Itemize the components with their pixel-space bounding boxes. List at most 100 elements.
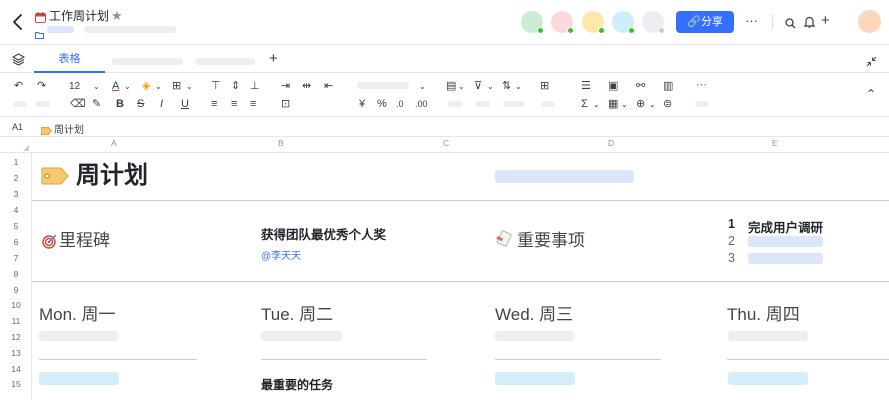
row-header[interactable]: 12 <box>0 332 32 342</box>
cell-placeholder[interactable] <box>39 372 119 385</box>
chevron-down-icon[interactable]: ⌄ <box>124 80 131 94</box>
toolbar-placeholder[interactable] <box>13 101 27 107</box>
user-avatar[interactable] <box>858 10 881 33</box>
row-header[interactable]: 15 <box>0 379 32 389</box>
increase-decimal-icon[interactable]: .00 <box>415 97 428 111</box>
column-header-b[interactable]: B <box>278 138 284 148</box>
chevron-down-icon[interactable]: ⌄ <box>649 98 656 112</box>
select-all-corner[interactable] <box>23 145 29 151</box>
align-top-icon[interactable]: ⊤ <box>211 79 221 93</box>
currency-icon[interactable]: ¥ <box>359 97 365 111</box>
font-color-icon[interactable]: A <box>112 79 119 93</box>
bold-icon[interactable]: B <box>116 97 124 111</box>
row-header[interactable]: 10 <box>0 300 32 310</box>
top-task-label[interactable]: 最重要的任务 <box>261 376 333 393</box>
collaborator-avatar[interactable] <box>612 11 635 34</box>
add-sheet-icon[interactable]: + <box>269 50 278 67</box>
chevron-down-icon[interactable]: ⌄ <box>593 98 600 112</box>
cell-placeholder[interactable] <box>728 372 808 385</box>
day-header-tuesday[interactable]: Tue. 周二 <box>261 300 333 325</box>
row-header[interactable]: 11 <box>0 316 32 326</box>
cell-placeholder[interactable] <box>495 331 575 341</box>
expand-icon[interactable] <box>866 54 877 67</box>
decrease-decimal-icon[interactable]: .0 <box>396 97 404 111</box>
notification-bell-icon[interactable] <box>803 15 816 28</box>
chevron-down-icon[interactable]: ⌄ <box>186 80 193 94</box>
image-icon[interactable]: ▣ <box>608 79 618 93</box>
row-header[interactable]: 8 <box>0 269 32 279</box>
toolbar-placeholder[interactable] <box>36 101 50 107</box>
row-header[interactable]: 9 <box>0 285 32 295</box>
redo-icon[interactable]: ↷ <box>37 79 46 93</box>
fill-color-icon[interactable]: ◈ <box>142 79 150 93</box>
row-header[interactable]: 1 <box>0 157 32 167</box>
undo-icon[interactable]: ↶ <box>14 79 23 93</box>
day-header-wednesday[interactable]: Wed. 周三 <box>495 300 573 325</box>
tab-active[interactable]: 表格 <box>34 45 105 73</box>
cell-placeholder[interactable] <box>261 331 342 341</box>
search-icon[interactable] <box>785 16 796 29</box>
collaborator-avatar[interactable] <box>642 11 665 34</box>
toolbar-placeholder[interactable] <box>476 101 490 107</box>
strikethrough-icon[interactable]: S <box>137 97 144 111</box>
underline-icon[interactable]: U <box>181 97 189 111</box>
wrap-icon[interactable]: ⇹ <box>302 79 311 93</box>
align-left-icon[interactable]: ≡ <box>211 97 217 111</box>
sort-icon[interactable]: ⇅ <box>502 79 511 93</box>
table-icon[interactable]: ▤ <box>446 79 456 93</box>
find-replace-icon[interactable]: ⊜ <box>663 97 672 111</box>
align-middle-icon[interactable]: ⇕ <box>231 79 240 93</box>
cell-placeholder[interactable] <box>39 331 119 341</box>
row-header[interactable]: 2 <box>0 173 32 183</box>
merge-cells-icon[interactable]: ⊡ <box>281 97 290 111</box>
clip-icon[interactable]: ⇤ <box>324 79 333 93</box>
filter-icon[interactable]: ⊽ <box>474 79 482 93</box>
column-header-d[interactable]: D <box>608 138 614 148</box>
clear-format-icon[interactable]: ⌫ <box>70 97 86 111</box>
font-size-select[interactable]: 12 <box>69 81 80 92</box>
collaborator-avatar[interactable] <box>521 11 544 34</box>
chevron-down-icon[interactable]: ⌄ <box>487 80 494 94</box>
folder-icon[interactable] <box>35 26 44 39</box>
dropdown-list-icon[interactable]: ▦ <box>608 97 618 111</box>
toolbar-placeholder[interactable] <box>695 101 709 107</box>
chevron-down-icon[interactable]: ⌄ <box>515 80 522 94</box>
toolbar-placeholder[interactable] <box>541 101 555 107</box>
border-icon[interactable]: ⊞ <box>172 79 181 93</box>
column-header-c[interactable]: C <box>443 138 449 148</box>
milestone-label[interactable]: 里程碑 <box>59 231 110 251</box>
chevron-down-icon[interactable]: ⌄ <box>458 80 465 94</box>
formula-content[interactable]: 周计划 <box>54 121 84 136</box>
collaborator-avatar[interactable] <box>582 11 605 34</box>
sheet-title[interactable]: 周计划 <box>76 162 148 190</box>
column-header-a[interactable]: A <box>111 138 117 148</box>
sum-icon[interactable]: Σ <box>581 97 588 111</box>
cell-reference[interactable]: A1 <box>12 122 23 132</box>
align-bottom-icon[interactable]: ⊥ <box>250 79 260 93</box>
row-header[interactable]: 6 <box>0 237 32 247</box>
share-button[interactable]: 🔗分享 <box>676 11 734 33</box>
chevron-down-icon[interactable]: ⌄ <box>155 80 162 94</box>
font-family-select[interactable] <box>357 82 409 89</box>
important-label[interactable]: 重要事项 <box>517 231 585 251</box>
freeze-icon[interactable]: ⊞ <box>540 79 549 93</box>
align-center-icon[interactable]: ≡ <box>231 97 237 111</box>
lock-icon[interactable]: ⊕ <box>636 97 645 111</box>
cell-placeholder[interactable] <box>495 372 575 385</box>
more-icon[interactable]: ··· <box>696 78 707 92</box>
chevron-down-icon[interactable]: ⌄ <box>621 98 628 112</box>
row-header[interactable]: 14 <box>0 364 32 374</box>
tab-placeholder[interactable] <box>112 58 183 65</box>
toolbar-placeholder[interactable] <box>503 101 525 107</box>
align-right-icon[interactable]: ≡ <box>250 97 256 111</box>
row-header[interactable]: 13 <box>0 348 32 358</box>
tab-placeholder[interactable] <box>195 58 255 65</box>
back-chevron-icon[interactable] <box>10 12 26 32</box>
chevron-down-icon[interactable]: ⌄ <box>93 80 100 94</box>
cell-placeholder[interactable] <box>495 170 634 183</box>
link-icon[interactable]: ⚯ <box>636 79 645 93</box>
important-item-placeholder[interactable] <box>748 253 823 264</box>
chart-icon[interactable]: ▥ <box>663 79 673 93</box>
doc-title[interactable]: 工作周计划 <box>49 9 109 23</box>
indent-icon[interactable]: ⇥ <box>281 79 290 93</box>
